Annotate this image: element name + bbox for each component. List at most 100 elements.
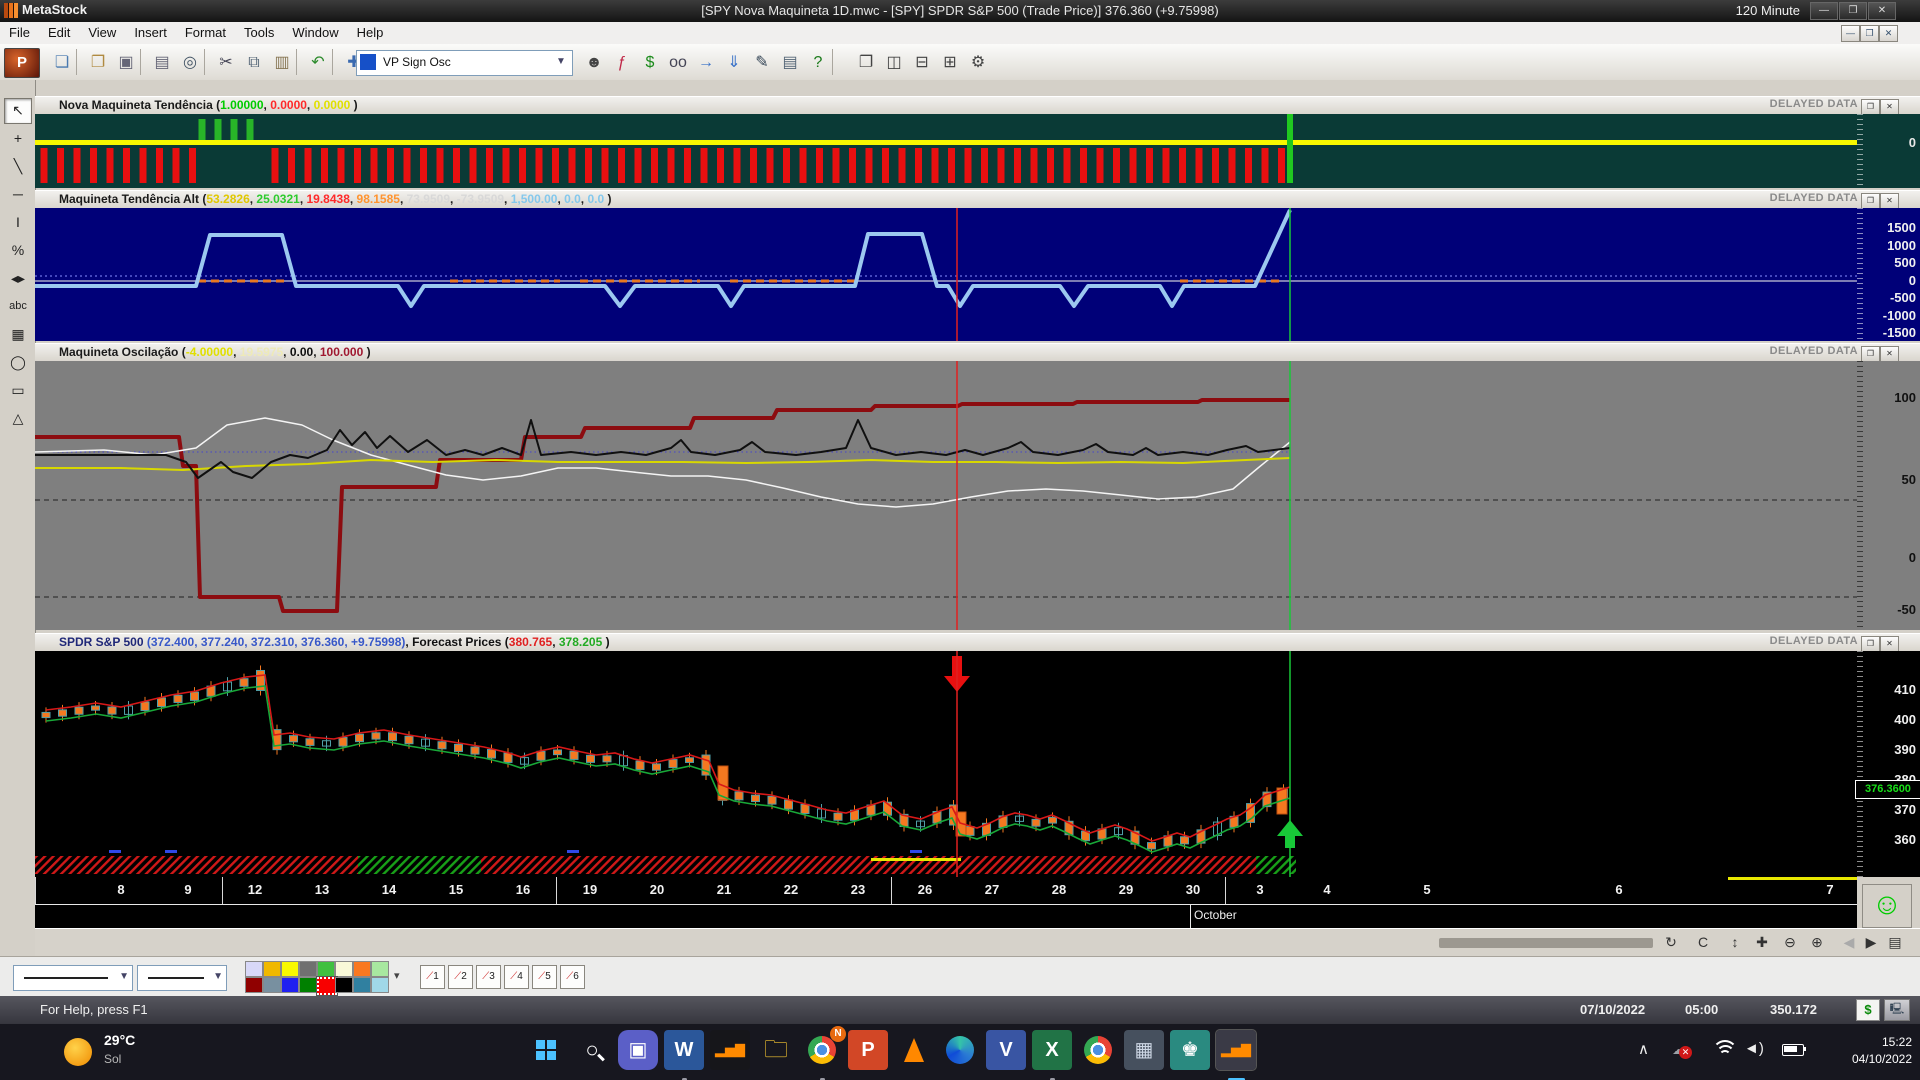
vlc-icon[interactable] (894, 1030, 934, 1070)
child-minimize-button[interactable]: — (1841, 25, 1860, 42)
vertical-scale-icon[interactable]: ↕ (1723, 932, 1747, 953)
excel-icon[interactable]: X (1032, 1030, 1072, 1070)
powerpoint-icon[interactable]: P (848, 1030, 888, 1070)
horizontal-line-tool[interactable]: ─ (4, 182, 32, 208)
minimize-button[interactable]: — (1810, 2, 1838, 20)
cut-icon[interactable]: ✂ (212, 49, 240, 77)
ellipse-tool[interactable]: ◯ (4, 350, 32, 376)
data-window-icon[interactable]: ▤ (1883, 932, 1907, 953)
cascade-windows-icon[interactable]: ❐ (852, 49, 880, 77)
forecaster-icon[interactable]: → (692, 49, 720, 77)
help-pointer-icon[interactable]: ? (804, 49, 832, 77)
menu-help[interactable]: Help (348, 22, 393, 43)
color-swatch[interactable] (335, 977, 353, 993)
chrome-icon[interactable]: N (802, 1030, 842, 1070)
power-console-button[interactable]: P (4, 48, 40, 78)
panel-close-button[interactable]: ✕ (1880, 636, 1899, 652)
child-restore-button[interactable]: ❐ (1860, 25, 1879, 42)
explorer-icon[interactable]: 🗀 (756, 1030, 796, 1070)
menu-format[interactable]: Format (176, 22, 235, 43)
color-swatch[interactable] (245, 977, 263, 993)
print-preview-icon[interactable]: ◎ (176, 49, 204, 77)
line-style-combo[interactable]: ▼ (13, 965, 133, 991)
word-icon[interactable]: W (664, 1030, 704, 1070)
close-button[interactable]: ✕ (1868, 2, 1896, 20)
chart-template-5[interactable]: ⟋5 (532, 965, 557, 989)
system-tester-icon[interactable]: $ (636, 49, 664, 77)
color-swatch[interactable] (299, 961, 317, 977)
wifi-icon[interactable] (1712, 1040, 1734, 1058)
menu-edit[interactable]: Edit (39, 22, 79, 43)
color-swatch[interactable] (263, 977, 281, 993)
monitor-icon[interactable]: 🖳 (1884, 999, 1910, 1021)
color-swatch[interactable] (281, 977, 299, 993)
menu-insert[interactable]: Insert (125, 22, 176, 43)
panel-restore-button[interactable]: ❐ (1861, 346, 1880, 362)
battery-icon[interactable] (1782, 1044, 1804, 1056)
visio-icon[interactable]: V (986, 1030, 1026, 1070)
weather-desc[interactable]: Sol (104, 1052, 121, 1066)
tile-vertical-icon[interactable]: ⊟ (908, 49, 936, 77)
explorer-icon[interactable]: oo (664, 49, 692, 77)
menu-tools[interactable]: Tools (235, 22, 283, 43)
chevron-down-icon[interactable]: ▼ (552, 53, 570, 71)
weather-sun-icon[interactable] (64, 1038, 92, 1066)
collapse-icon[interactable]: C (1691, 932, 1715, 953)
plot-panel1[interactable] (35, 114, 1857, 188)
print-icon[interactable]: ▤ (148, 49, 176, 77)
report-icon[interactable]: ▤ (776, 49, 804, 77)
indicator-quicklist-combo[interactable]: VP Sign Osc ▼ (356, 50, 573, 76)
save-icon[interactable]: ▣ (112, 49, 140, 77)
chart-template-6[interactable]: ⟋6 (560, 965, 585, 989)
taskbar-clock[interactable]: 15:2204/10/2022 (1852, 1034, 1912, 1068)
color-swatch[interactable] (371, 977, 389, 993)
pointer-tool[interactable]: ↖ (4, 98, 32, 124)
open-icon[interactable]: ❐ (84, 49, 112, 77)
start-button[interactable] (526, 1030, 566, 1070)
color-swatch[interactable] (335, 961, 353, 977)
arrange-icons-icon[interactable]: ⊞ (936, 49, 964, 77)
zoom-out-icon[interactable]: ⊖ (1778, 932, 1802, 953)
crosshair-tool[interactable]: + (4, 126, 32, 152)
percent-tool[interactable]: % (4, 238, 32, 264)
palette-dropdown-icon[interactable]: ▾ (394, 969, 400, 982)
pan-icon[interactable]: ✚ (1750, 932, 1774, 953)
volume-icon[interactable]: ◄) (1744, 1040, 1764, 1057)
paste-icon[interactable]: ▥ (268, 49, 296, 77)
plot-panel3[interactable] (35, 361, 1857, 630)
scroll-right-icon[interactable]: ▶ (1859, 932, 1883, 953)
undo-icon[interactable]: ↶ (304, 49, 332, 77)
trendline-tool[interactable]: ╲ (4, 154, 32, 180)
color-swatch[interactable] (281, 961, 299, 977)
panel-restore-button[interactable]: ❐ (1861, 193, 1880, 209)
menu-file[interactable]: File (0, 22, 39, 43)
color-swatch[interactable] (317, 977, 337, 995)
color-swatch[interactable] (299, 977, 317, 993)
downloader-icon[interactable]: ⇓ (720, 49, 748, 77)
onedrive-error-icon[interactable]: ☁✕ (1672, 1040, 1687, 1058)
panel-restore-button[interactable]: ❐ (1861, 636, 1880, 652)
color-swatch[interactable] (263, 961, 281, 977)
restore-button[interactable]: ❐ (1839, 2, 1867, 20)
chart-template-2[interactable]: ⟋2 (448, 965, 473, 989)
text-tool[interactable]: I (4, 210, 32, 236)
color-swatch[interactable] (317, 961, 335, 977)
chess-icon[interactable]: ♚ (1170, 1030, 1210, 1070)
dollar-button[interactable]: $ (1856, 999, 1880, 1021)
chart-template-1[interactable]: ⟋1 (420, 965, 445, 989)
calculator-icon[interactable]: ▦ (1124, 1030, 1164, 1070)
workspace-options-icon[interactable]: ⚙ (964, 49, 992, 77)
scroll-left-icon[interactable]: ◀ (1837, 932, 1861, 953)
child-close-button[interactable]: ✕ (1879, 25, 1898, 42)
menu-view[interactable]: View (79, 22, 125, 43)
color-swatch[interactable] (353, 961, 371, 977)
new-chart-icon[interactable]: ❏ (48, 49, 76, 77)
line-weight-combo[interactable]: ▼ (137, 965, 227, 991)
plot-panel4[interactable] (35, 651, 1857, 877)
indicator-builder-icon[interactable]: ƒ (608, 49, 636, 77)
triangle-tool[interactable]: △ (4, 406, 32, 432)
chat-button[interactable]: ▣ (618, 1030, 658, 1070)
panel-close-button[interactable]: ✕ (1880, 193, 1899, 209)
expert-advisor-icon[interactable]: ☻ (580, 49, 608, 77)
text-note-tool[interactable]: abc (4, 294, 32, 320)
